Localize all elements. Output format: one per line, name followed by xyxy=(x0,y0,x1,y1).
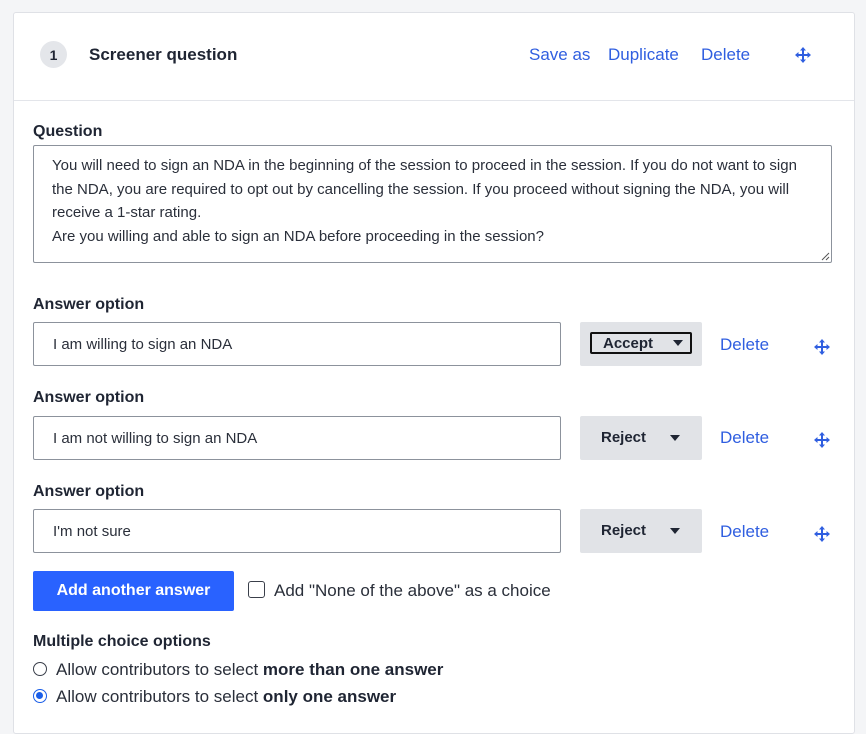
outcome-value: Accept xyxy=(603,334,654,352)
answer-option-input[interactable]: I'm not sure xyxy=(33,509,561,553)
duplicate-link[interactable]: Duplicate xyxy=(608,45,679,65)
answer-option-input[interactable]: I am willing to sign an NDA xyxy=(33,322,561,366)
chevron-down-icon xyxy=(670,435,680,441)
delete-question-link[interactable]: Delete xyxy=(701,45,750,65)
screener-question-card: 1 Screener question Save as Duplicate De… xyxy=(13,12,855,734)
question-header: 1 Screener question Save as Duplicate De… xyxy=(14,13,854,101)
radio-multiple-answers[interactable] xyxy=(33,662,47,676)
question-label: Question xyxy=(33,123,103,140)
radio-single-answer-label: Allow contributors to select only one an… xyxy=(56,687,396,707)
answer-outcome-select[interactable]: Reject xyxy=(580,416,702,460)
answer-option-label: Answer option xyxy=(33,483,145,500)
move-arrows-icon[interactable] xyxy=(813,431,831,449)
chevron-down-icon xyxy=(670,528,680,534)
outcome-value: Reject xyxy=(601,521,647,539)
radio-label-emphasis: only one answer xyxy=(262,687,397,706)
radio-label-emphasis: more than one answer xyxy=(262,660,444,679)
radio-multiple-answers-label: Allow contributors to select more than o… xyxy=(56,660,443,680)
radio-label-prefix: Allow contributors to select xyxy=(56,687,263,706)
question-title: Screener question xyxy=(89,45,238,64)
answer-outcome-select-value[interactable]: Reject xyxy=(590,519,692,541)
delete-answer-link[interactable]: Delete xyxy=(720,522,769,542)
answer-option-input[interactable]: I am not willing to sign an NDA xyxy=(33,416,561,460)
answer-option-label: Answer option xyxy=(33,389,145,406)
answer-outcome-select[interactable]: Reject xyxy=(580,509,702,553)
answer-outcome-select-value[interactable]: Reject xyxy=(590,426,692,448)
save-as-link[interactable]: Save as xyxy=(529,45,590,65)
move-arrows-icon[interactable] xyxy=(813,338,831,356)
delete-answer-link[interactable]: Delete xyxy=(720,335,769,355)
answer-outcome-select[interactable]: Accept xyxy=(580,322,702,366)
resize-grip-icon[interactable] xyxy=(820,251,830,261)
chevron-down-icon xyxy=(673,340,683,346)
add-another-answer-button[interactable]: Add another answer xyxy=(33,571,234,611)
none-of-the-above-label: Add "None of the above" as a choice xyxy=(274,581,551,600)
move-arrows-icon[interactable] xyxy=(794,46,812,64)
question-textarea[interactable]: You will need to sign an NDA in the begi… xyxy=(33,145,832,263)
move-arrows-icon[interactable] xyxy=(813,525,831,543)
question-number-badge: 1 xyxy=(40,41,67,68)
answer-outcome-select-value[interactable]: Accept xyxy=(590,332,692,354)
answer-option-label: Answer option xyxy=(33,296,145,313)
none-of-the-above-checkbox[interactable] xyxy=(248,581,265,598)
radio-single-answer[interactable] xyxy=(33,689,47,703)
outcome-value: Reject xyxy=(601,428,647,446)
delete-answer-link[interactable]: Delete xyxy=(720,428,769,448)
multiple-choice-label: Multiple choice options xyxy=(33,633,211,650)
radio-label-prefix: Allow contributors to select xyxy=(56,660,263,679)
